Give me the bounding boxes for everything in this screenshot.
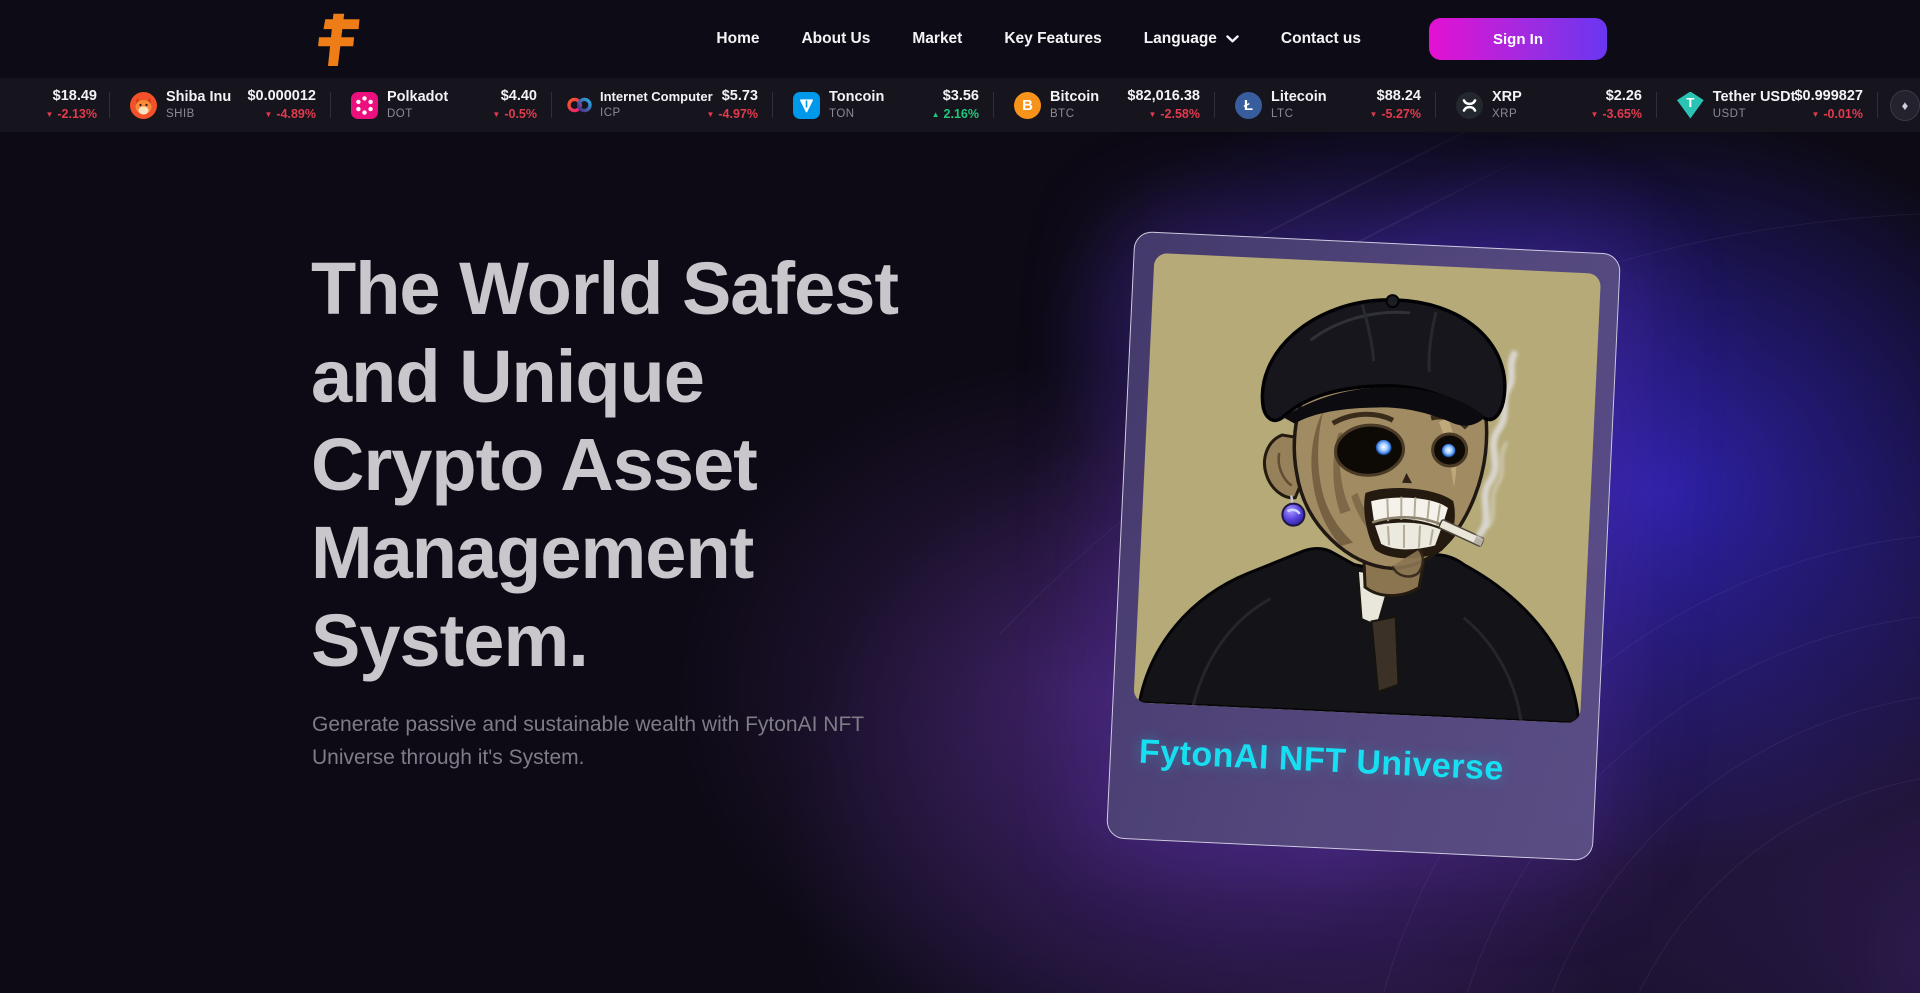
polkadot-icon — [351, 92, 378, 119]
nav-label: Home — [716, 30, 759, 48]
coin-name: Litecoin — [1271, 89, 1327, 106]
coin-name: Shiba Inu — [166, 89, 231, 106]
main-nav: Home About Us Market Key Features Langua… — [716, 18, 1607, 60]
coin-change: ▼-2.13% — [45, 107, 97, 121]
coin-symbol: LTC — [1271, 108, 1327, 121]
ticker-item-partial[interactable]: $18.49 ▼-2.13% — [0, 78, 110, 132]
coin-change: ▼-5.27% — [1369, 107, 1421, 121]
nav-item-contact[interactable]: Contact us — [1281, 30, 1361, 48]
down-arrow-icon: ▼ — [1369, 110, 1377, 119]
coin-price: $88.24 — [1377, 88, 1421, 105]
coin-price: $18.49 — [53, 88, 97, 105]
nft-image — [1133, 253, 1601, 724]
bitcoin-icon: B — [1014, 92, 1041, 119]
hero-subtitle: Generate passive and sustainable wealth … — [312, 708, 864, 774]
down-arrow-icon: ▼ — [1811, 110, 1819, 119]
nav-item-market[interactable]: Market — [912, 30, 962, 48]
nft-card-title: FytonAI NFT Universe — [1138, 733, 1576, 793]
ticker-item-btc[interactable]: B Bitcoin BTC $82,016.38 ▼-2.58% — [994, 78, 1215, 132]
ticker-item-dot[interactable]: Polkadot DOT $4.40 ▼-0.5% — [331, 78, 552, 132]
down-arrow-icon: ▼ — [706, 110, 714, 119]
coin-symbol: TON — [829, 108, 884, 121]
nav-item-key-features[interactable]: Key Features — [1004, 30, 1101, 48]
coin-price: $3.56 — [943, 88, 979, 105]
coin-symbol: SHIB — [166, 108, 231, 121]
down-arrow-icon: ▼ — [492, 110, 500, 119]
sign-in-button[interactable]: Sign In — [1429, 18, 1607, 60]
nav-label: Contact us — [1281, 30, 1361, 48]
brand-logo-icon[interactable] — [310, 10, 364, 68]
coin-change: ▲2.16% — [932, 107, 979, 121]
ticker-item-shib[interactable]: Shiba Inu SHIB $0.000012 ▼-4.89% — [110, 78, 331, 132]
coin-change: ▼-0.01% — [1811, 107, 1863, 121]
ticker-item-ton[interactable]: Toncoin TON $3.56 ▲2.16% — [773, 78, 994, 132]
nav-item-about[interactable]: About Us — [801, 30, 870, 48]
nav-label: Language — [1144, 30, 1217, 48]
coin-name: XRP — [1492, 89, 1522, 106]
coin-symbol: XRP — [1492, 108, 1522, 121]
coin-symbol: USDT — [1713, 108, 1795, 121]
ticker-item-usdt[interactable]: T Tether USDt USDT $0.999827 ▼-0.01% — [1657, 78, 1878, 132]
coin-change: ▼-4.97% — [706, 107, 758, 121]
coin-symbol: DOT — [387, 108, 448, 121]
coin-change: ▼-4.89% — [264, 107, 316, 121]
down-arrow-icon: ▼ — [264, 110, 272, 119]
page: Home About Us Market Key Features Langua… — [0, 0, 1920, 993]
coin-change: ▼-2.58% — [1148, 107, 1200, 121]
ticker-item-eth-partial[interactable]: ♦ — [1878, 90, 1920, 121]
tether-icon: T — [1677, 92, 1704, 119]
crypto-price-ticker: $18.49 ▼-2.13% Shiba Inu SHIB $0.000012 … — [0, 78, 1920, 132]
coin-symbol: ICP — [600, 107, 706, 120]
hero-heading: The World Safest and Unique Crypto Asset… — [311, 245, 898, 685]
up-arrow-icon: ▲ — [932, 110, 940, 119]
toncoin-icon — [793, 92, 820, 119]
down-arrow-icon: ▼ — [45, 110, 53, 119]
coin-price: $0.000012 — [247, 88, 316, 105]
nav-item-language[interactable]: Language — [1144, 30, 1239, 48]
litecoin-icon: Ł — [1235, 92, 1262, 119]
shiba-inu-icon — [130, 92, 157, 119]
coin-name: Polkadot — [387, 89, 448, 106]
ethereum-icon: ♦ — [1890, 90, 1920, 121]
coin-symbol: BTC — [1050, 108, 1099, 121]
nav-label: About Us — [801, 30, 870, 48]
coin-price: $5.73 — [722, 88, 758, 105]
coin-name: Internet Computer — [600, 90, 706, 105]
down-arrow-icon: ▼ — [1590, 110, 1598, 119]
nav-item-home[interactable]: Home — [716, 30, 759, 48]
coin-change: ▼-0.5% — [492, 107, 537, 121]
nav-label: Key Features — [1004, 30, 1101, 48]
ticker-item-ltc[interactable]: Ł Litecoin LTC $88.24 ▼-5.27% — [1215, 78, 1436, 132]
coin-change: ▼-3.65% — [1590, 107, 1642, 121]
ticker-item-xrp[interactable]: XRP XRP $2.26 ▼-3.65% — [1436, 78, 1657, 132]
down-arrow-icon: ▼ — [1148, 110, 1156, 119]
coin-price: $82,016.38 — [1127, 88, 1200, 105]
coin-price: $4.40 — [501, 88, 537, 105]
nav-label: Market — [912, 30, 962, 48]
nft-card: FytonAI NFT Universe — [1106, 231, 1621, 861]
internet-computer-icon — [566, 92, 593, 119]
ticker-item-icp[interactable]: Internet Computer ICP $5.73 ▼-4.97% — [552, 78, 773, 132]
coin-name: Tether USDt — [1713, 89, 1795, 106]
chevron-down-icon — [1226, 35, 1239, 43]
coin-price: $0.999827 — [1794, 88, 1863, 105]
hero-section: The World Safest and Unique Crypto Asset… — [0, 132, 1920, 993]
xrp-icon — [1456, 92, 1483, 119]
coin-name: Toncoin — [829, 89, 884, 106]
top-navbar: Home About Us Market Key Features Langua… — [0, 0, 1920, 78]
coin-name: Bitcoin — [1050, 89, 1099, 106]
coin-price: $2.26 — [1606, 88, 1642, 105]
